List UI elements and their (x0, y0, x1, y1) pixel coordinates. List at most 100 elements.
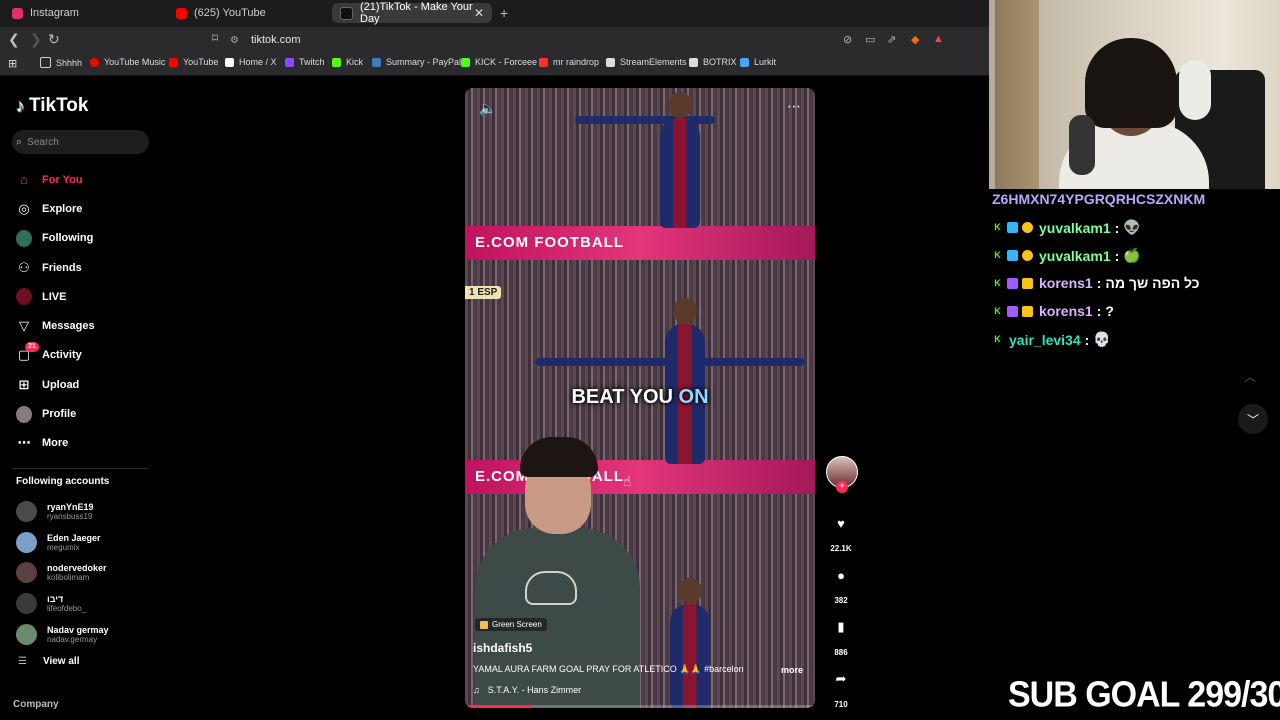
cast-icon[interactable]: ▭ (865, 33, 875, 46)
account-name: דיבו (47, 594, 64, 605)
video-player[interactable]: E.COM FOOTBALL E.COM FOOTBALL 1 ESP BEAT… (465, 88, 815, 708)
video-music[interactable]: ♫ S.T.A.Y. - Hans Zimmer (473, 685, 581, 695)
share-icon[interactable]: ⇗ (887, 33, 896, 46)
mute-icon[interactable]: ⊘ (843, 33, 852, 46)
bookmark-label: YouTube Music (104, 57, 166, 67)
bookmark-label: Home / X (239, 57, 277, 67)
company-link[interactable]: Company (13, 699, 59, 710)
tiktok-logo[interactable]: ♪ TikTok (16, 95, 88, 117)
bookmark-item[interactable]: Shhhh (40, 57, 82, 68)
sidebar-item-live[interactable]: LIVE (16, 282, 95, 311)
upload-icon: ⊞ (18, 376, 30, 392)
green-screen-badge[interactable]: Green Screen (475, 618, 547, 631)
tab-instagram[interactable]: Instagram (4, 3, 164, 23)
follow-plus-icon[interactable]: + (836, 481, 848, 493)
chat-code: Z6HMXN74YPGRQRHCSZXNKM (992, 191, 1206, 207)
avatar: + (826, 456, 858, 493)
twitch-icon (285, 57, 294, 67)
following-account[interactable]: Eden Jaeger megumix (16, 527, 109, 558)
score-tag: 1 ESP (465, 286, 502, 299)
bookmark-item[interactable]: mr raindrop (539, 57, 599, 67)
bookmark-item[interactable]: Summary - PayPal (372, 57, 461, 67)
bookmark-page-icon[interactable]: ⌑ (212, 31, 218, 45)
more-description-button[interactable]: more (781, 665, 803, 675)
friends-icon: ⚇ (18, 259, 30, 275)
bookmark-item[interactable]: Kick (332, 57, 363, 67)
back-icon[interactable]: ❮ (8, 31, 20, 48)
ad-banner: E.COM FOOTBALL (465, 226, 815, 260)
more-options-icon[interactable]: ⋯ (787, 98, 801, 115)
streamer-webcam (989, 0, 1280, 189)
bookmark-item[interactable]: YouTube Music (90, 57, 165, 67)
chat-text: : (1114, 219, 1120, 236)
share-button[interactable]: ➦ 710 (826, 664, 856, 709)
sidebar-item-following[interactable]: Following (16, 224, 95, 253)
bookmark-item[interactable]: KICK - Forceee (461, 57, 537, 67)
save-button[interactable]: ▮ 886 (826, 612, 856, 657)
sidebar-item-explore[interactable]: ◎ Explore (16, 194, 95, 223)
compass-icon: ◎ (18, 200, 30, 216)
tab-youtube[interactable]: (625) YouTube (168, 3, 328, 23)
youtube-icon (176, 7, 187, 19)
view-all-label: View all (42, 656, 80, 667)
sidebar-item-label: Profile (42, 408, 77, 421)
bookmark-item[interactable]: YouTube (169, 57, 218, 67)
video-author[interactable]: ishdafish5 (473, 641, 532, 655)
sidebar-item-profile[interactable]: Profile (16, 399, 95, 428)
volume-icon[interactable]: 🔈 (479, 100, 496, 117)
reload-icon[interactable]: ↻ (48, 31, 60, 48)
brave-shield-icon[interactable]: ◆ (911, 33, 919, 46)
account-handle: kolibolimam (47, 573, 90, 583)
avatar (16, 624, 37, 646)
coin-badge-icon (1022, 250, 1033, 261)
like-button[interactable]: ♥ 22.1K (826, 508, 856, 554)
chat-username: yair_levi34 (1009, 331, 1081, 348)
close-tab-icon[interactable]: ✕ (474, 6, 484, 20)
previous-video-icon[interactable]: ︿ (1244, 368, 1256, 385)
sidebar-nav: ⌂ For You ◎ Explore Following ⚇ Friends … (16, 165, 95, 458)
following-account[interactable]: ryanYnE19 ryansbuss19 (16, 496, 109, 527)
next-video-button[interactable]: ﹀ (1238, 404, 1268, 434)
sidebar-item-friends[interactable]: ⚇ Friends (16, 253, 95, 282)
heart-icon: ♥ (837, 515, 845, 531)
tab-tiktok[interactable]: (21)TikTok - Make Your Day ✕ (332, 1, 492, 25)
bookmark-item[interactable]: Twitch (285, 57, 325, 67)
following-account[interactable]: דיבו lifeofdebo_ (16, 588, 109, 619)
following-account[interactable]: Nadav germay nadav.germay (16, 619, 109, 650)
sidebar-item-label: LIVE (42, 290, 67, 303)
cube-badge-icon (1007, 277, 1018, 289)
account-handle: nadav.germay (47, 635, 98, 645)
sidebar-item-upload[interactable]: ⊞ Upload (16, 370, 95, 399)
comment-button[interactable]: ● 382 (826, 560, 856, 606)
tab-label: Instagram (30, 7, 79, 19)
forward-icon[interactable]: ❯ (30, 31, 42, 48)
cube-badge-icon (1007, 222, 1018, 233)
search-placeholder: Search (27, 136, 59, 148)
bookmark-item[interactable]: BOTRIX (689, 57, 737, 67)
search-input[interactable]: ⌕ Search (12, 130, 149, 154)
chat-message: K yuvalkam1 : 🍏 (992, 247, 1141, 264)
new-tab-icon[interactable]: + (500, 5, 508, 21)
bookmark-item[interactable]: Lurkit (740, 57, 776, 67)
sidebar-item-for-you[interactable]: ⌂ For You (16, 165, 95, 194)
sidebar-item-more[interactable]: ⋯ More (16, 429, 95, 458)
sidebar-item-activity[interactable]: ▢ 21 Activity (16, 341, 95, 370)
chat-username: yuvalkam1 (1039, 247, 1111, 264)
apps-icon[interactable]: ⊞ (8, 57, 17, 70)
bookmark-item[interactable]: StreamElements (606, 57, 687, 67)
live-icon (16, 288, 32, 306)
creator-avatar-button[interactable]: + (826, 456, 858, 493)
url-field[interactable]: ⚙ tiktok.com (230, 31, 950, 49)
bookmark-item[interactable]: Home / X (225, 57, 277, 67)
following-account[interactable]: nodervedoker kolibolimam (16, 558, 109, 589)
tab-label: (21)TikTok - Make Your Day (360, 1, 473, 25)
crown-badge-icon (1022, 277, 1033, 289)
chat-text: 🍏 (1123, 247, 1141, 263)
brave-rewards-icon[interactable]: ▲ (933, 33, 944, 45)
view-all-button[interactable]: ☰ View all (18, 656, 79, 667)
site-info-icon[interactable]: ⚙ (230, 35, 239, 46)
sidebar-item-messages[interactable]: ▽ Messages (16, 311, 95, 340)
video-caption-overlay: BEAT YOU ON (465, 386, 815, 409)
streamelements-icon (606, 57, 615, 67)
video-progress-bar[interactable] (465, 705, 815, 708)
